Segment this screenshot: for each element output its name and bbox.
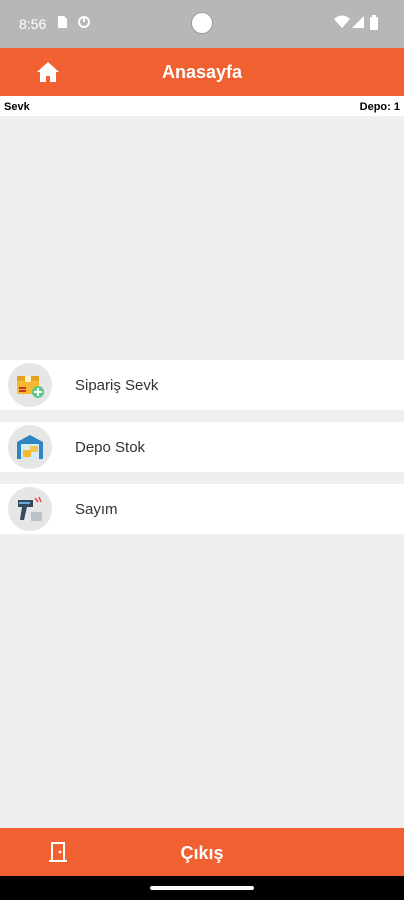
mode-label: Sevk (4, 101, 30, 113)
menu-item-label: Depo Stok (75, 439, 146, 456)
front-camera (191, 12, 213, 34)
package-delivery-icon (8, 363, 52, 407)
app-bar: Anasayfa (0, 48, 404, 96)
status-time: 8:56 (19, 16, 47, 32)
warehouse-label: Depo: 1 (359, 101, 400, 113)
info-strip: Sevk Depo: 1 (0, 96, 404, 116)
menu-item-depo-stok[interactable]: Depo Stok (0, 422, 404, 472)
warehouse-icon (8, 425, 52, 469)
sim-card-icon (56, 15, 68, 34)
barcode-scanner-icon (8, 487, 52, 531)
wifi-icon (334, 15, 350, 34)
exit-label: Çıkış (180, 843, 224, 863)
system-navigation-bar (0, 876, 404, 900)
home-gesture-handle[interactable] (150, 886, 254, 890)
menu-item-label: Sayım (75, 501, 118, 518)
signal-icon (352, 15, 364, 34)
menu-item-label: Sipariş Sevk (75, 377, 159, 394)
menu-item-sayim[interactable]: Sayım (0, 484, 404, 534)
battery-icon (370, 15, 378, 35)
page-title: Anasayfa (161, 62, 243, 82)
sync-icon (77, 15, 91, 34)
exit-button[interactable]: Çıkış (0, 828, 404, 876)
status-bar: 8:56 (0, 0, 404, 48)
menu-item-siparis-sevk[interactable]: Sipariş Sevk (0, 360, 404, 410)
